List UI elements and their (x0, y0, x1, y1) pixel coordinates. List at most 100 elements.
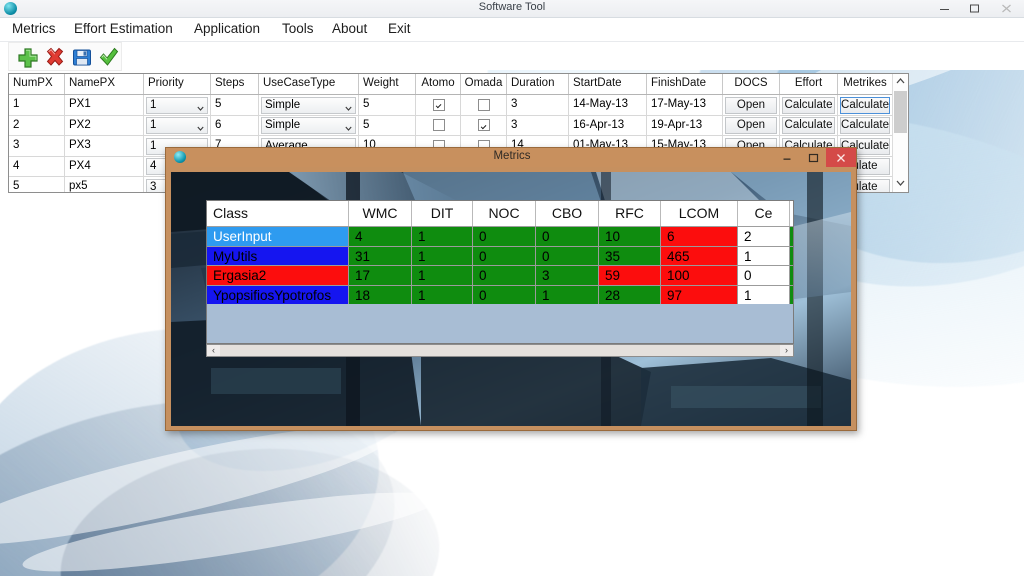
metrics-cell-npm: 22 (790, 246, 793, 266)
title-bar: Software Tool (0, 0, 1024, 18)
delete-icon[interactable] (44, 47, 66, 68)
checkbox-omada[interactable] (478, 98, 490, 111)
metrics-column-header-lcom[interactable]: LCOM (661, 201, 738, 226)
column-header-priority[interactable]: Priority (144, 74, 211, 94)
menu-item-tools[interactable]: Tools (278, 18, 318, 41)
metrics-cell-lcom: 100 (661, 266, 738, 286)
cell-namepx: PX2 (65, 115, 144, 135)
cell-startdate: 14-May-13 (569, 95, 647, 115)
cell-numpx: 5 (9, 177, 65, 192)
scroll-right-arrow[interactable]: › (780, 345, 793, 356)
maximize-button[interactable] (960, 0, 990, 17)
docs-button[interactable]: Open (725, 96, 777, 114)
menu-item-metrics[interactable]: Metrics (8, 18, 60, 41)
effort-button[interactable]: Calculate (782, 96, 835, 114)
metrics-table-row[interactable]: MyUtils3110035465122 (207, 246, 793, 266)
cell-omada (461, 95, 507, 115)
metrics-cell-npm: 3 (790, 227, 793, 247)
cell-effort: Calculate (780, 115, 838, 135)
metrics-cell-rfc: 35 (599, 246, 661, 266)
metrics-column-header-noc[interactable]: NOC (473, 201, 536, 226)
column-header-docs[interactable]: DOCS (723, 74, 780, 94)
metrics-horizontal-scrollbar[interactable]: ‹ › (206, 344, 794, 357)
cell-atomo (416, 115, 461, 135)
dropdown-usecasetype[interactable]: Simple (261, 96, 356, 114)
metrics-column-header-npm[interactable]: NPM (790, 201, 793, 226)
column-header-omada[interactable]: Omada (461, 74, 507, 94)
column-header-startdate[interactable]: StartDate (569, 74, 647, 94)
metrics-cell-rfc: 59 (599, 266, 661, 286)
cell-namepx: PX1 (65, 95, 144, 115)
menu-item-exit[interactable]: Exit (384, 18, 415, 41)
metrics-table[interactable]: ClassWMCDITNOCCBORFCLCOMCeNPM UserInput4… (206, 200, 794, 344)
chevron-down-icon (345, 122, 352, 131)
column-header-numpx[interactable]: NumPX (9, 74, 65, 94)
metrics-maximize-button[interactable] (800, 148, 826, 167)
confirm-icon[interactable] (98, 47, 120, 68)
cell-weight: 5 (359, 115, 416, 135)
save-icon[interactable] (71, 47, 93, 68)
docs-button[interactable]: Open (725, 117, 777, 134)
menu-item-about[interactable]: About (328, 18, 371, 41)
menu-item-application[interactable]: Application (190, 18, 264, 41)
metrics-table-row[interactable]: Ergasia21710359100016 (207, 266, 793, 286)
scroll-left-arrow[interactable]: ‹ (207, 345, 220, 356)
metrics-dialog-body: ClassWMCDITNOCCBORFCLCOMCeNPM UserInput4… (171, 172, 851, 426)
cell-atomo (416, 95, 461, 115)
column-header-metrikes[interactable]: Metrikes (838, 74, 893, 94)
add-icon[interactable] (17, 47, 39, 68)
metrics-close-button[interactable] (826, 148, 856, 167)
column-header-duration[interactable]: Duration (507, 74, 569, 94)
column-header-namepx[interactable]: NamePX (65, 74, 144, 94)
metrics-column-header-wmc[interactable]: WMC (349, 201, 412, 226)
column-header-effort[interactable]: Effort (780, 74, 838, 94)
dropdown-priority[interactable]: 1 (146, 96, 208, 114)
checkbox-atomo[interactable] (433, 98, 445, 111)
metrics-cell-noc: 0 (473, 285, 536, 305)
metrics-column-header-rfc[interactable]: RFC (599, 201, 661, 226)
cell-numpx: 3 (9, 136, 65, 156)
metrics-cell-ce: 2 (738, 227, 790, 247)
metrics-cell-noc: 0 (473, 266, 536, 286)
metrics-column-header-cbo[interactable]: CBO (536, 201, 599, 226)
metrics-column-header-class[interactable]: Class (207, 201, 349, 226)
metrics-cell-cbo: 1 (536, 285, 599, 305)
menu-bar: Metrics Effort Estimation Application Tools… (0, 18, 1024, 42)
metrics-minimize-button[interactable] (774, 148, 800, 167)
metrics-cell-dit: 1 (412, 227, 473, 247)
metrics-column-header-ce[interactable]: Ce (738, 201, 790, 226)
menu-item-effort-estimation[interactable]: Effort Estimation (70, 18, 177, 41)
scroll-up-arrow[interactable] (893, 74, 908, 89)
metrics-table-row[interactable]: YpopsifiosYpotrofos181012897118 (207, 285, 793, 305)
effort-button[interactable]: Calculate (782, 117, 835, 134)
column-header-usecasetype[interactable]: UseCaseType (259, 74, 359, 94)
metrics-dialog[interactable]: Metrics Class WMC DIT NOC CBO RFC LCOM C… (165, 147, 857, 431)
close-button[interactable] (992, 0, 1022, 17)
cell-steps: 6 (211, 115, 259, 135)
cell-usecasetype: Simple (259, 115, 359, 135)
scroll-down-arrow[interactable] (893, 175, 908, 190)
metrics-table-row[interactable]: UserInput410010623 (207, 227, 793, 247)
dropdown-usecasetype[interactable]: Simple (261, 117, 356, 134)
cell-effort: Calculate (780, 95, 838, 115)
table-row[interactable]: 1 PX1 1 5 Simple 5 3 14-May-13 17-May-13 Open Calc… (9, 95, 908, 116)
column-header-atomo[interactable]: Atomo (416, 74, 461, 94)
checkbox-omada[interactable] (478, 119, 490, 131)
column-header-steps[interactable]: Steps (211, 74, 259, 94)
minimize-button[interactable] (930, 0, 960, 17)
metrics-column-header-dit[interactable]: DIT (412, 201, 473, 226)
dropdown-priority[interactable]: 1 (146, 117, 208, 134)
metrics-cell-ce: 1 (738, 246, 790, 266)
cell-namepx: px5 (65, 177, 144, 192)
metrikes-button[interactable]: Calculate (840, 117, 890, 134)
metrics-cell-wmc: 18 (349, 285, 412, 305)
metrikes-button[interactable]: Calculate (840, 96, 890, 114)
metrics-cell-class: MyUtils (207, 246, 349, 266)
table-row[interactable]: 2 PX2 1 6 Simple 5 3 16-Apr-13 19-Apr-13 Open Calc… (9, 115, 908, 136)
column-header-weight[interactable]: Weight (359, 74, 416, 94)
scrollbar-thumb[interactable] (894, 91, 907, 133)
cell-priority: 1 (144, 95, 211, 115)
column-header-finishdate[interactable]: FinishDate (647, 74, 723, 94)
checkbox-atomo[interactable] (433, 119, 445, 131)
table-vertical-scrollbar[interactable] (892, 74, 908, 190)
